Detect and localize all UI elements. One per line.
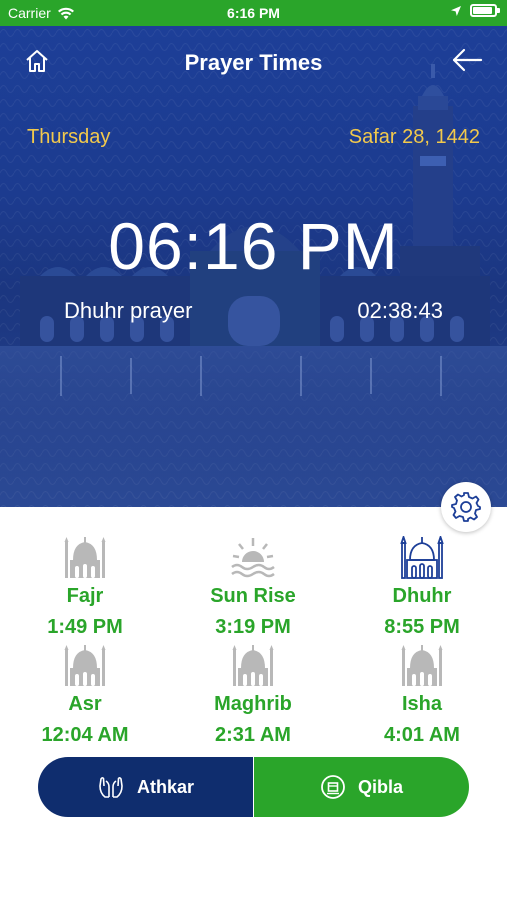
- day-name: Thursday: [27, 126, 111, 148]
- location-arrow-icon: [451, 5, 461, 16]
- gear-icon: [451, 492, 481, 522]
- prayer-item-maghrib[interactable]: Maghrib 2:31 AM: [168, 644, 338, 747]
- praying-hands-icon: [99, 777, 123, 798]
- mosque-icon: [401, 645, 443, 686]
- next-prayer-label: Dhuhr prayer: [64, 298, 193, 323]
- settings-button[interactable]: [441, 482, 491, 532]
- prayer-name: Dhuhr: [392, 585, 452, 607]
- bottom-button-bar: Athkar Qibla: [38, 757, 469, 817]
- athkar-label: Athkar: [136, 776, 194, 797]
- sunrise-icon: [231, 538, 275, 578]
- prayer-time: 4:01 AM: [384, 724, 460, 746]
- prayer-item-asr[interactable]: Asr 12:04 AM: [0, 644, 170, 747]
- mosque-icon: [400, 536, 444, 579]
- qibla-label: Qibla: [357, 776, 403, 797]
- hero-panel: Prayer Times Thursday Safar 28, 1442 06:…: [0, 26, 507, 507]
- arrow-left-icon: [452, 48, 483, 72]
- athkar-button[interactable]: Athkar: [38, 757, 254, 817]
- prayer-time: 2:31 AM: [215, 724, 291, 746]
- mosque-icon: [232, 645, 274, 686]
- qibla-compass-icon: [321, 775, 345, 799]
- status-time: 6:16 PM: [227, 5, 280, 21]
- prayer-name: Maghrib: [214, 693, 292, 715]
- current-time: 06:16 PM: [108, 209, 399, 283]
- prayer-item-fajr[interactable]: Fajr 1:49 PM: [0, 536, 170, 639]
- prayer-name: Sun Rise: [210, 585, 296, 607]
- prayer-item-isha[interactable]: Isha 4:01 AM: [337, 644, 507, 747]
- battery-icon: [470, 4, 500, 17]
- prayer-time: 3:19 PM: [215, 616, 291, 638]
- qibla-button[interactable]: Qibla: [254, 757, 469, 817]
- prayer-name: Fajr: [66, 585, 104, 607]
- prayer-name: Isha: [401, 693, 443, 715]
- mosque-icon: [64, 645, 106, 686]
- back-button[interactable]: [451, 46, 483, 74]
- prayer-name: Asr: [68, 693, 102, 715]
- prayer-item-dhuhr[interactable]: Dhuhr 8:55 PM: [337, 536, 507, 639]
- hijri-date: Safar 28, 1442: [348, 126, 480, 148]
- status-bar: Carrier 6:16 PM: [0, 0, 507, 26]
- prayer-item-sunrise[interactable]: Sun Rise 3:19 PM: [168, 536, 338, 639]
- mosque-icon: [64, 537, 106, 578]
- prayer-time: 12:04 AM: [41, 724, 129, 746]
- page-title: Prayer Times: [184, 50, 323, 75]
- prayer-time: 8:55 PM: [384, 616, 460, 638]
- countdown-timer: 02:38:43: [357, 298, 443, 323]
- prayer-time: 1:49 PM: [47, 616, 123, 638]
